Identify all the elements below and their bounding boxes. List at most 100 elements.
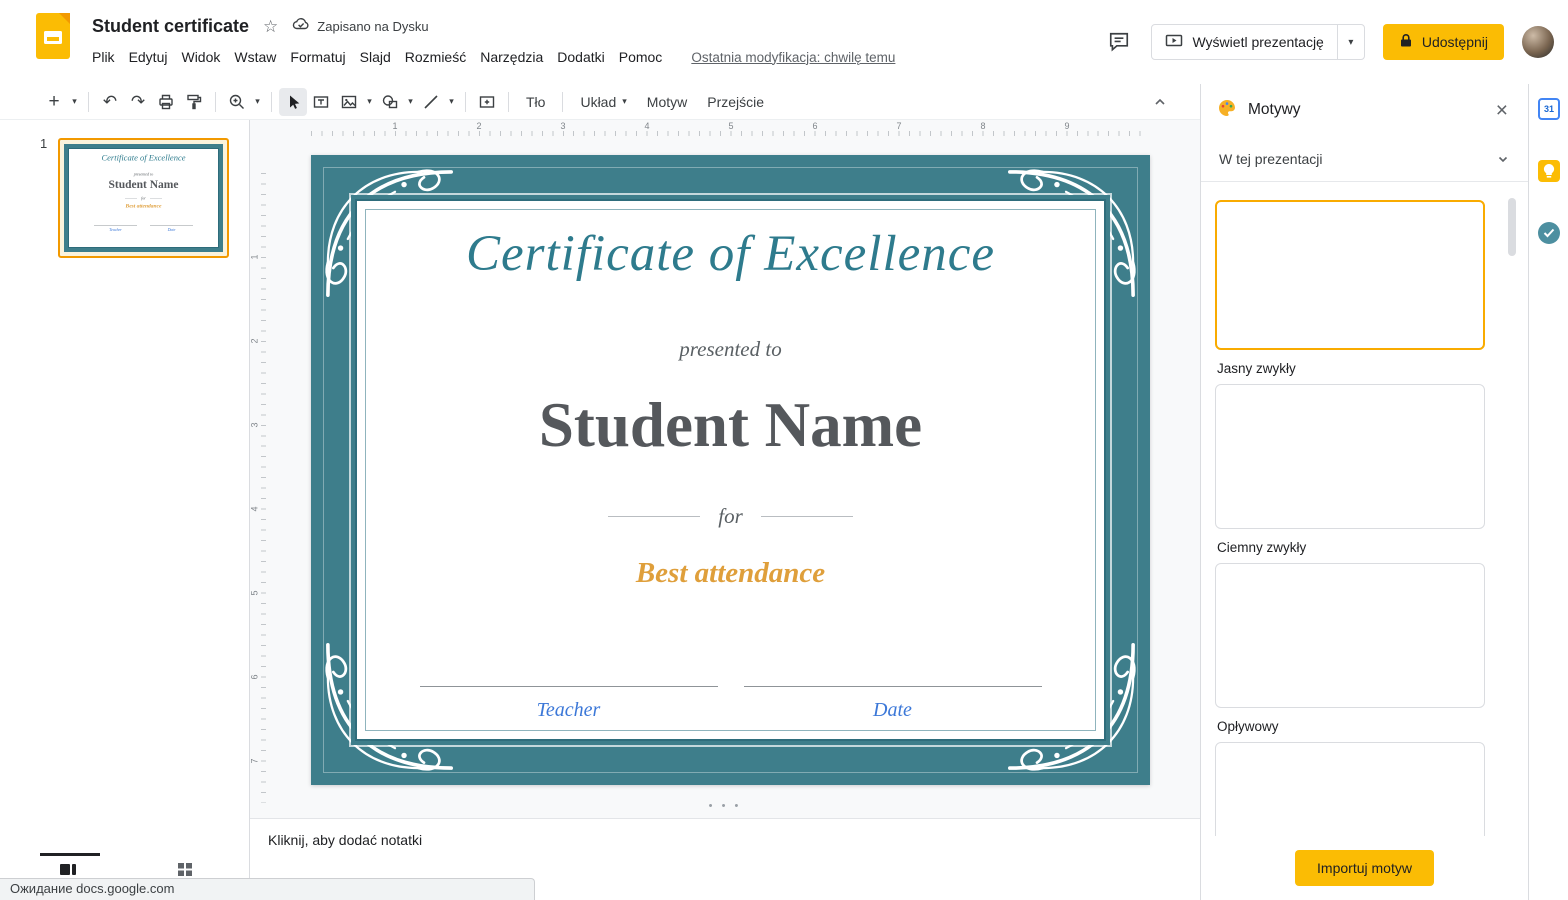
layout-caret-icon: ▾ (622, 96, 627, 107)
document-title[interactable]: Student certificate (92, 16, 249, 37)
print-button[interactable] (152, 88, 180, 116)
star-icon[interactable]: ☆ (263, 18, 278, 35)
theme-card-oplywowy[interactable] (1215, 742, 1485, 836)
insert-placeholder-button[interactable] (473, 88, 501, 116)
slide-filmstrip: 1 Certificate of Excellence presented to… (0, 120, 250, 900)
last-modified-link[interactable]: Ostatnia modyfikacja: chwilę temu (691, 50, 895, 65)
teacher-label[interactable]: Teacher (420, 699, 718, 722)
present-split-button: Wyświetl prezentację ▾ (1151, 24, 1364, 60)
signature-lines (311, 686, 1150, 687)
save-status[interactable]: Zapisano na Dysku (292, 15, 428, 38)
thumb-award: Best attendance (69, 203, 218, 209)
date-label[interactable]: Date (744, 699, 1042, 722)
menu-slajd[interactable]: Slajd (353, 45, 398, 69)
import-theme-button[interactable]: Importuj motyw (1295, 850, 1434, 886)
present-dropdown-caret[interactable]: ▾ (1337, 25, 1364, 59)
section-label: W tej prezentacji (1219, 151, 1322, 167)
menu-plik[interactable]: Plik (85, 45, 122, 69)
themes-panel-title: Motywy (1248, 101, 1301, 119)
cloud-check-icon (292, 15, 310, 38)
text-box-button[interactable] (307, 88, 335, 116)
workspace: 1 Certificate of Excellence presented to… (0, 120, 1200, 900)
themes-panel-footer: Importuj motyw (1201, 836, 1528, 900)
new-slide-button[interactable]: + (40, 88, 68, 116)
insert-shape-button[interactable] (376, 88, 404, 116)
collapse-toolbar-icon[interactable] (1146, 88, 1174, 116)
transition-button[interactable]: Przejście (697, 89, 774, 115)
menu-narzedzia[interactable]: Narzędzia (473, 45, 550, 69)
menu-rozmiesc[interactable]: Rozmieść (398, 45, 473, 69)
paint-format-button[interactable] (180, 88, 208, 116)
top-bar: Student certificate ☆ Zapisano na Dysku … (0, 0, 1568, 84)
themes-list: Jasny zwykły Ciemny zwykły Opływowy (1201, 182, 1528, 836)
zoom-caret-icon[interactable]: ▾ (251, 88, 264, 116)
notes-resize-handle[interactable]: • • • (709, 800, 742, 812)
image-caret-icon[interactable]: ▾ (363, 88, 376, 116)
calendar-icon[interactable]: 31 (1538, 98, 1560, 120)
top-bar-actions: Wyświetl prezentację ▾ Udostępnij (1105, 24, 1554, 60)
thumb-signature-labels: TeacherDate (69, 228, 218, 233)
line-caret-icon[interactable]: ▾ (445, 88, 458, 116)
close-icon[interactable]: × (1492, 98, 1512, 123)
in-this-presentation-section[interactable]: W tej prezentacji (1201, 136, 1528, 182)
theme-name: Ciemny zwykły (1217, 540, 1484, 555)
menu-dodatki[interactable]: Dodatki (550, 45, 611, 69)
menu-edytuj[interactable]: Edytuj (122, 45, 175, 69)
theme-name: Opływowy (1217, 719, 1484, 734)
comments-icon[interactable] (1105, 28, 1133, 56)
keep-icon[interactable] (1538, 160, 1560, 182)
themes-scrollbar[interactable] (1508, 198, 1516, 256)
menu-pomoc[interactable]: Pomoc (612, 45, 670, 69)
slide-canvas[interactable]: Certificate of Excellence presented to S… (311, 155, 1150, 785)
zoom-button[interactable] (223, 88, 251, 116)
theme-card-jasny-zwykly[interactable] (1215, 384, 1485, 529)
slides-logo-icon[interactable] (36, 13, 70, 59)
theme-card-ciemny-zwykly[interactable] (1215, 563, 1485, 708)
presented-to-text[interactable]: presented to (311, 337, 1150, 362)
slide-thumbnail[interactable]: Certificate of Excellence presented to S… (58, 138, 229, 258)
thumb-student-name: Student Name (69, 178, 218, 191)
for-right-line (761, 516, 853, 517)
insert-image-button[interactable] (335, 88, 363, 116)
present-button[interactable]: Wyświetl prezentację (1152, 25, 1336, 59)
themes-panel-header: Motywy × (1201, 84, 1528, 136)
chevron-down-icon (1496, 152, 1510, 166)
menu-wstaw[interactable]: Wstaw (227, 45, 283, 69)
menu-formatuj[interactable]: Formatuj (283, 45, 352, 69)
certificate-title-text[interactable]: Certificate of Excellence (311, 225, 1150, 283)
palette-icon (1217, 98, 1237, 123)
shape-caret-icon[interactable]: ▾ (404, 88, 417, 116)
layout-button-label: Układ (580, 94, 616, 110)
toolbar: + ▾ ↶ ↷ (0, 84, 1200, 120)
student-name-text[interactable]: Student Name (311, 389, 1150, 462)
share-button[interactable]: Udostępnij (1383, 24, 1504, 60)
for-text[interactable]: for (311, 504, 1150, 529)
award-text[interactable]: Best attendance (311, 557, 1150, 590)
vertical-ruler: 1 2 3 4 5 6 7 (250, 173, 268, 803)
redo-button[interactable]: ↷ (124, 88, 152, 116)
browser-status-tooltip: Ожидание docs.google.com (0, 878, 535, 900)
layout-button[interactable]: Układ ▾ (570, 89, 636, 115)
thumb-title: Certificate of Excellence (69, 153, 218, 163)
undo-button[interactable]: ↶ (96, 88, 124, 116)
new-slide-caret-icon[interactable]: ▾ (68, 88, 81, 116)
slide-number: 1 (40, 136, 47, 151)
thumb-signature-lines (69, 225, 218, 226)
horizontal-ruler: 1 2 3 4 5 6 7 8 9 (311, 120, 1150, 138)
tasks-icon[interactable] (1538, 222, 1560, 244)
present-button-label: Wyświetl prezentację (1192, 34, 1323, 50)
menu-widok[interactable]: Widok (174, 45, 227, 69)
present-icon (1165, 32, 1183, 53)
current-theme-card[interactable] (1215, 200, 1485, 350)
thumb-for-row: for (69, 196, 218, 201)
themes-panel: Motywy × W tej prezentacji Jasny zwykły … (1200, 84, 1528, 900)
background-button[interactable]: Tło (516, 89, 555, 115)
insert-line-button[interactable] (417, 88, 445, 116)
account-avatar[interactable] (1522, 26, 1554, 58)
thumbnail-certificate: Certificate of Excellence presented to S… (64, 144, 223, 252)
select-tool-button[interactable] (279, 88, 307, 116)
theme-name: Jasny zwykły (1217, 361, 1484, 376)
theme-button[interactable]: Motyw (637, 89, 697, 115)
google-slides-app: Student certificate ☆ Zapisano na Dysku … (0, 0, 1568, 900)
share-button-label: Udostępnij (1422, 34, 1488, 50)
